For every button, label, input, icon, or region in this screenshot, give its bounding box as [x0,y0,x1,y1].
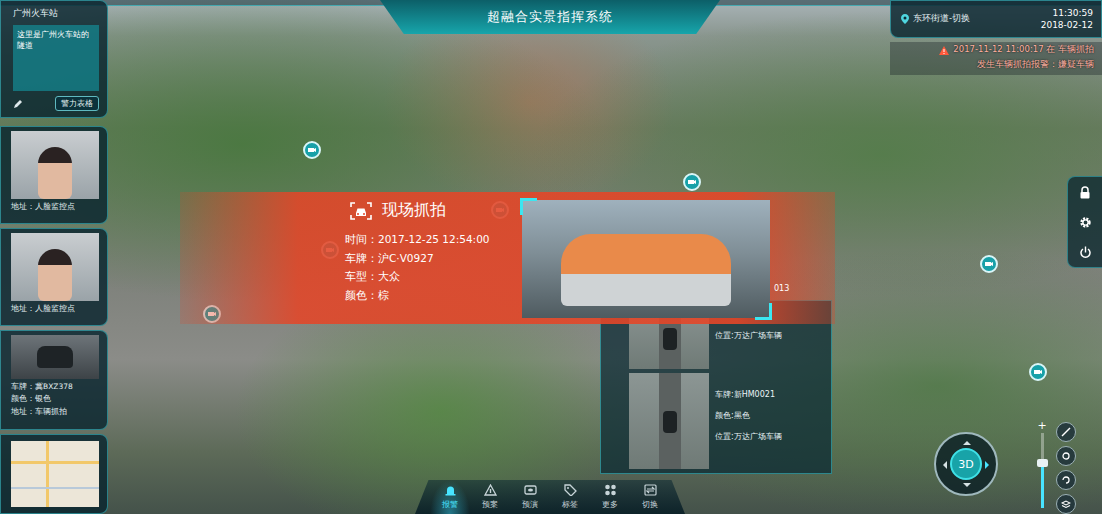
lock-button[interactable] [1076,183,1094,201]
mini-map[interactable] [11,441,99,507]
toolbar-item[interactable]: 预演 [510,480,550,514]
location-pin-icon [901,14,909,24]
map-card[interactable] [0,434,108,514]
alert-message[interactable]: 2017-11-12 11:00:17 在 车辆抓拍 发生车辆抓拍报警：嫌疑车辆 [890,42,1102,75]
capture-field: 车牌：沪C·V0927 [345,252,510,265]
pencil-icon[interactable] [13,99,23,109]
alarm-icon [444,484,457,496]
rotate-icon [1061,475,1071,485]
power-icon [1079,246,1092,259]
locate-button[interactable] [1056,446,1076,466]
capture-popup: 现场抓拍 时间：2017-12-25 12:54:00 车牌：沪C·V0927 车型… [180,192,835,324]
zoom-fill [1041,463,1044,508]
video-feed[interactable]: 车牌:新HM0021 颜色:黑色位置:万达广场车辆 [629,373,823,469]
gear-icon [1079,216,1092,229]
vehicle-card[interactable]: 车牌：冀BXZ378 颜色：银色地址：车辆抓拍 [0,330,108,430]
capture-field: 时间：2017-12-25 12:54:00 [345,233,510,246]
capture-icon [350,202,372,220]
zoom-in-button[interactable]: + [1037,420,1046,431]
toolbar-item[interactable]: 报警 [430,480,470,514]
zoom-slider[interactable]: + [1034,420,1050,508]
toolbar-label: 预案 [482,499,498,510]
card-text: 地址：车辆抓拍 [11,407,99,416]
district-switch[interactable]: 东环街道-切换 [901,13,970,25]
plan-icon [484,484,497,496]
card-text: 颜色：银色 [11,394,99,403]
zoom-track [1041,433,1044,508]
face-card[interactable]: 地址：人脸监控点 [0,126,108,224]
capture-field: 车型：大众 [345,270,510,283]
ruler-icon [1061,427,1071,437]
toolbar-label: 切换 [642,499,658,510]
feed-frame [629,373,709,469]
card-text: 地址：人脸监控点 [11,202,99,211]
3d-mode-button[interactable]: 3D [950,448,982,480]
more-icon [604,484,617,496]
toolbar-item[interactable]: 更多 [590,480,630,514]
switch-icon [644,484,657,496]
capture-photo[interactable] [522,200,770,318]
time: 11:30:59 [1053,8,1093,18]
toolbar-item[interactable]: 标签 [550,480,590,514]
target-icon [1061,451,1071,461]
toolbar-label: 报警 [442,499,458,510]
camera-pin[interactable] [1029,363,1047,381]
preview-icon [524,484,537,496]
left-sidebar: 广州火车站 这里是广州火车站的隧道 警力表格 地址：人脸监控点 地址：人脸监控点… [0,0,108,514]
camera-icon [307,145,317,155]
layers-icon [1061,499,1071,509]
lock-icon [1079,186,1091,199]
status-panel: 东环街道-切换 11:30:59 2018-02-12 2017-11-12 1… [890,0,1102,75]
feed-partial-text: 013 [774,284,789,293]
right-toolbar [1067,176,1102,268]
face-photo [11,233,99,301]
camera-icon [984,259,994,269]
settings-button[interactable] [1076,213,1094,231]
location-description: 这里是广州火车站的隧道 [13,25,99,91]
card-text: 地址：人脸监控点 [11,304,99,313]
toolbar-item[interactable]: 切换 [630,480,670,514]
camera-pin[interactable] [980,255,998,273]
feed-text: 位置:万达广场车辆 [715,330,782,341]
location-panel: 广州火车站 这里是广州火车站的隧道 警力表格 [0,0,108,118]
power-button[interactable] [1076,243,1094,261]
clock: 11:30:59 2018-02-12 [1041,8,1093,30]
camera-icon [687,177,697,187]
rotate-button[interactable] [1056,470,1076,490]
alert-text: 发生车辆抓拍报警：嫌疑车辆 [904,59,1094,71]
zoom-knob[interactable] [1037,459,1048,467]
camera-icon [1033,367,1043,377]
toolbar-label: 更多 [602,499,618,510]
popup-title: 现场抓拍 [350,200,510,221]
camera-pin[interactable] [683,173,701,191]
toolbar-label: 预演 [522,499,538,510]
warning-icon [939,46,949,55]
location-title: 广州火车站 [13,7,99,20]
measure-button[interactable] [1056,422,1076,442]
header-bar: 超融合实景指挥系统 [380,0,720,34]
compass-control[interactable]: 3D [934,432,998,496]
date: 2018-02-12 [1041,20,1093,30]
feed-text: 车牌:新HM0021 [715,389,782,400]
video-feed-panel: 位置:万达广场车辆 车牌:新HM0021颜色:黑色位置:万达广场车辆 [600,300,832,474]
district-label: 东环街道-切换 [913,13,970,25]
tag-icon [564,484,577,496]
capture-field: 颜色：棕 [345,289,510,302]
feed-text: 颜色:黑色 [715,410,782,421]
toolbar-item[interactable]: 预案 [470,480,510,514]
card-text: 车牌：冀BXZ378 [11,382,99,391]
face-card[interactable]: 地址：人脸监控点 [0,228,108,326]
police-table-button[interactable]: 警力表格 [55,96,99,111]
layers-button[interactable] [1056,494,1076,514]
bottom-toolbar: 报警 预案 预演 标签 更多 切换 [415,480,685,514]
command-screen: 超融合实景指挥系统 广州火车站 这里是广州火车站的隧道 警力表格 地址：人脸监控… [0,0,1102,514]
vehicle-photo [11,335,99,379]
toolbar-label: 标签 [562,499,578,510]
camera-pin[interactable] [303,141,321,159]
face-photo [11,131,99,199]
app-title: 超融合实景指挥系统 [487,8,613,26]
alert-text: 2017-11-12 11:00:17 在 车辆抓拍 [904,44,1094,56]
feed-text: 位置:万达广场车辆 [715,431,782,442]
map-tool-buttons [1056,422,1076,514]
